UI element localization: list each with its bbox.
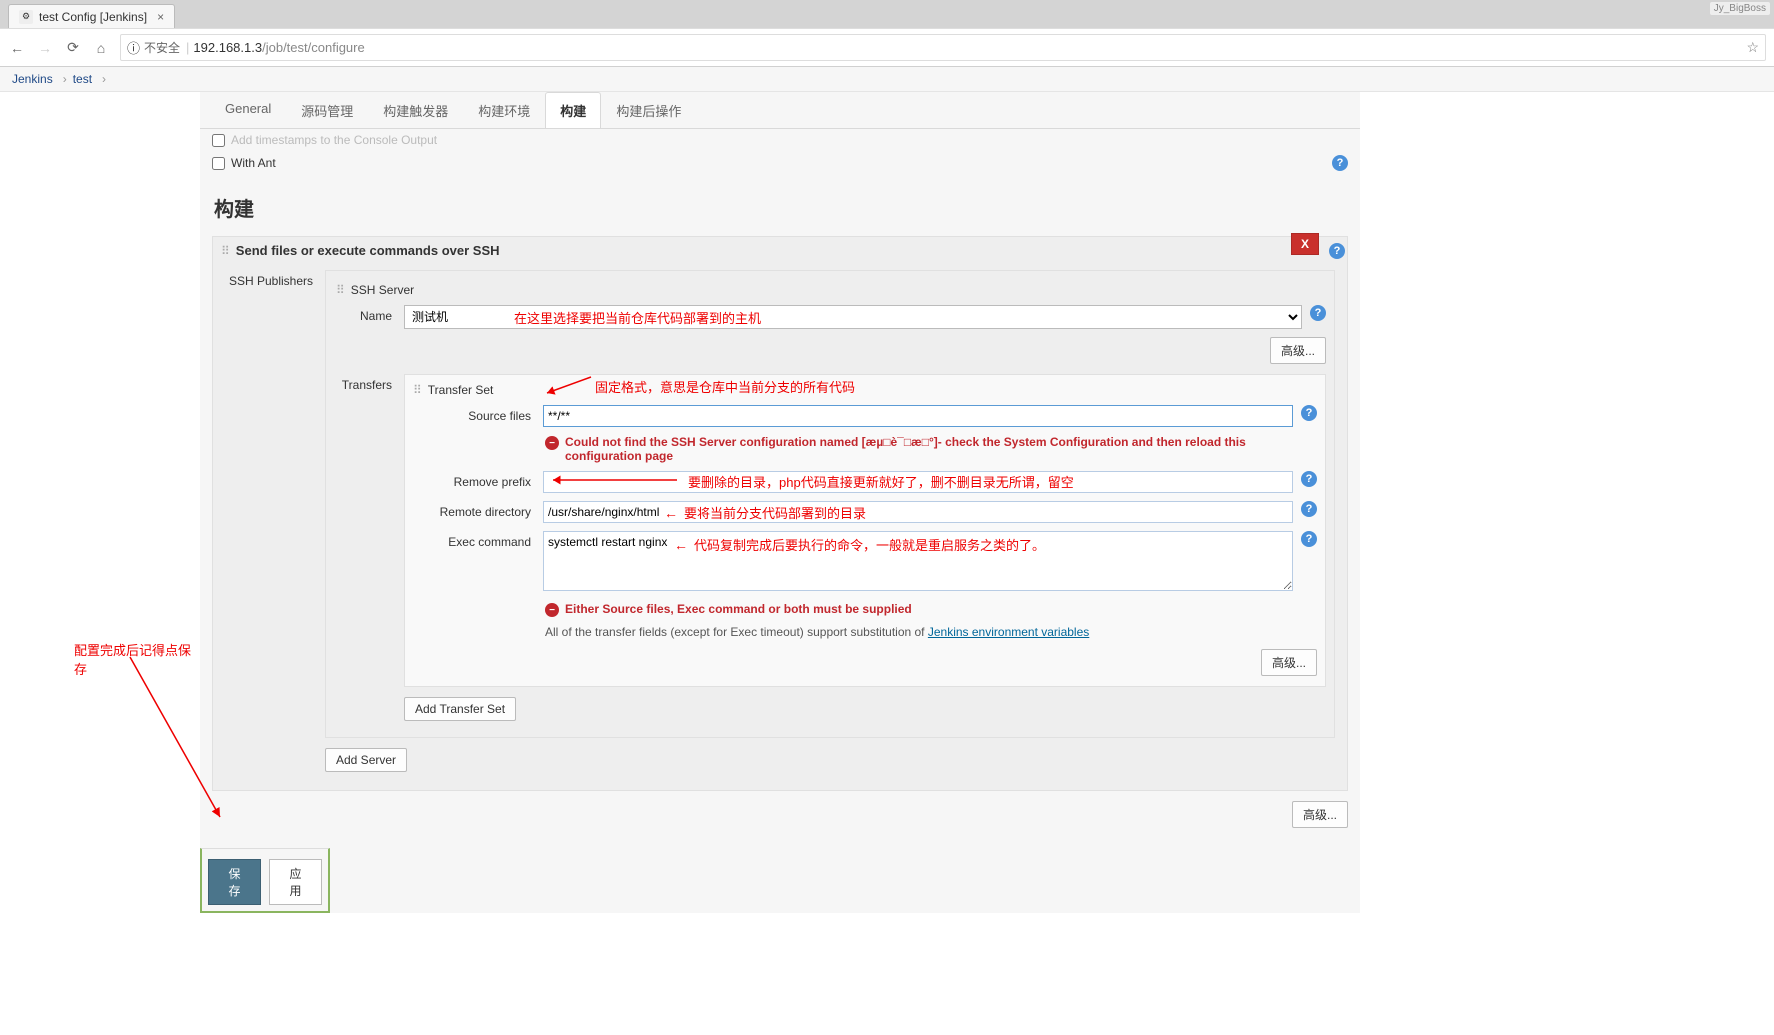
checkbox-timestamps[interactable] bbox=[212, 134, 225, 147]
publishers-label: SSH Publishers bbox=[225, 270, 325, 288]
exec-command-label: Exec command bbox=[413, 531, 543, 549]
url-host: 192.168.1.3 bbox=[193, 40, 262, 55]
bookmark-icon[interactable]: ☆ bbox=[1746, 39, 1759, 56]
add-server-button[interactable]: Add Server bbox=[325, 748, 407, 772]
grip-icon[interactable]: ⠿ bbox=[336, 283, 343, 297]
advanced-button[interactable]: 高级... bbox=[1270, 337, 1326, 364]
advanced-button[interactable]: 高级... bbox=[1292, 801, 1348, 828]
error-source-exec: Either Source files, Exec command or bot… bbox=[565, 602, 912, 616]
url-path: /job/test/configure bbox=[262, 40, 365, 55]
remove-step-button[interactable]: X bbox=[1291, 233, 1319, 255]
tab-post[interactable]: 构建后操作 bbox=[601, 92, 696, 128]
help-icon[interactable]: ? bbox=[1301, 531, 1317, 547]
annotation-source: 固定格式，意思是仓库中当前分支的所有代码 bbox=[595, 377, 855, 396]
tab-general[interactable]: General bbox=[210, 92, 286, 128]
transfers-label: Transfers bbox=[334, 374, 404, 392]
home-icon[interactable]: ⌂ bbox=[92, 39, 110, 57]
help-icon[interactable]: ? bbox=[1301, 405, 1317, 421]
help-icon[interactable]: ? bbox=[1329, 243, 1345, 259]
save-button[interactable]: 保存 bbox=[208, 859, 261, 905]
back-icon[interactable]: ← bbox=[8, 39, 26, 57]
browser-chrome: ⚙ test Config [Jenkins] × Jy_BigBoss ← →… bbox=[0, 0, 1774, 67]
breadcrumb-job[interactable]: test bbox=[73, 72, 92, 86]
checkbox-timestamps-label: Add timestamps to the Console Output bbox=[231, 133, 437, 147]
ssh-server-name-select[interactable]: 测试机 bbox=[404, 305, 1302, 329]
config-tabs: General 源码管理 构建触发器 构建环境 构建 构建后操作 bbox=[200, 92, 1360, 129]
ssh-server-box: ⠿ SSH Server Name 测试机 在这里选 bbox=[325, 270, 1335, 738]
section-build-title: 构建 bbox=[214, 193, 1348, 222]
forward-icon[interactable]: → bbox=[36, 39, 54, 57]
close-tab-icon[interactable]: × bbox=[157, 10, 164, 24]
grip-icon[interactable]: ⠿ bbox=[413, 383, 420, 397]
grip-icon[interactable]: ⠿ bbox=[221, 244, 228, 258]
annotation-save: 配置完成后记得点保存 bbox=[74, 640, 200, 678]
build-step-header: ⠿ Send files or execute commands over SS… bbox=[213, 237, 1347, 264]
env-helper-text: All of the transfer fields (except for E… bbox=[545, 625, 1317, 639]
build-step-ssh: ⠿ Send files or execute commands over SS… bbox=[212, 236, 1348, 791]
checkbox-with-ant-row: With Ant ? bbox=[212, 151, 1348, 175]
remove-prefix-label: Remove prefix bbox=[413, 471, 543, 489]
browser-tab[interactable]: ⚙ test Config [Jenkins] × bbox=[8, 4, 175, 28]
checkbox-with-ant[interactable] bbox=[212, 157, 225, 170]
add-transfer-set-button[interactable]: Add Transfer Set bbox=[404, 697, 516, 721]
tab-title: test Config [Jenkins] bbox=[39, 10, 147, 24]
help-icon[interactable]: ? bbox=[1301, 501, 1317, 517]
security-label: 不安全 bbox=[144, 39, 180, 56]
left-gutter: 配置完成后记得点保存 bbox=[0, 92, 200, 913]
breadcrumb-root[interactable]: Jenkins bbox=[12, 72, 53, 86]
step-title: Send files or execute commands over SSH bbox=[236, 243, 500, 258]
info-icon: ⓘ bbox=[127, 38, 140, 57]
error-icon: − bbox=[545, 603, 559, 617]
source-files-label: Source files bbox=[413, 405, 543, 423]
help-icon[interactable]: ? bbox=[1301, 471, 1317, 487]
source-files-input[interactable] bbox=[543, 405, 1293, 427]
reload-icon[interactable]: ⟳ bbox=[64, 39, 82, 57]
tab-scm[interactable]: 源码管理 bbox=[286, 92, 368, 128]
advanced-button[interactable]: 高级... bbox=[1261, 649, 1317, 676]
chevron-right-icon: › bbox=[102, 72, 106, 86]
transfer-set-box: ⠿ Transfer Set 固定格式，意思是仓库中当前分支的所有代码 Sour… bbox=[404, 374, 1326, 687]
error-ssh-config: Could not find the SSH Server configurat… bbox=[565, 435, 1317, 463]
chevron-right-icon: › bbox=[63, 72, 67, 86]
save-bar: 保存 应用 bbox=[200, 848, 330, 913]
remote-dir-label: Remote directory bbox=[413, 501, 543, 519]
url-bar[interactable]: ⓘ 不安全 | 192.168.1.3 /job/test/configure … bbox=[120, 34, 1766, 61]
exec-command-input[interactable]: systemctl restart nginx bbox=[543, 531, 1293, 591]
transfer-set-title: Transfer Set bbox=[428, 383, 494, 397]
name-label: Name bbox=[334, 305, 404, 323]
checkbox-timestamps-row: Add timestamps to the Console Output bbox=[212, 129, 1348, 151]
help-icon[interactable]: ? bbox=[1332, 155, 1348, 171]
breadcrumb: Jenkins › test › bbox=[0, 67, 1774, 92]
remote-dir-input[interactable] bbox=[543, 501, 1293, 523]
tab-triggers[interactable]: 构建触发器 bbox=[368, 92, 463, 128]
tab-build[interactable]: 构建 bbox=[545, 92, 601, 128]
error-icon: − bbox=[545, 436, 559, 450]
help-icon[interactable]: ? bbox=[1310, 305, 1326, 321]
profile-badge: Jy_BigBoss bbox=[1710, 2, 1770, 15]
arrow-icon bbox=[549, 473, 679, 487]
env-vars-link[interactable]: Jenkins environment variables bbox=[928, 625, 1089, 639]
tab-bar: ⚙ test Config [Jenkins] × Jy_BigBoss bbox=[0, 0, 1774, 28]
checkbox-with-ant-label: With Ant bbox=[231, 156, 276, 170]
apply-button[interactable]: 应用 bbox=[269, 859, 322, 905]
nav-bar: ← → ⟳ ⌂ ⓘ 不安全 | 192.168.1.3 /job/test/co… bbox=[0, 28, 1774, 66]
favicon-icon: ⚙ bbox=[19, 10, 33, 24]
ssh-server-title: SSH Server bbox=[351, 283, 414, 297]
arrow-icon bbox=[543, 375, 593, 397]
tab-env[interactable]: 构建环境 bbox=[463, 92, 545, 128]
main-content: General 源码管理 构建触发器 构建环境 构建 构建后操作 Add tim… bbox=[200, 92, 1360, 913]
